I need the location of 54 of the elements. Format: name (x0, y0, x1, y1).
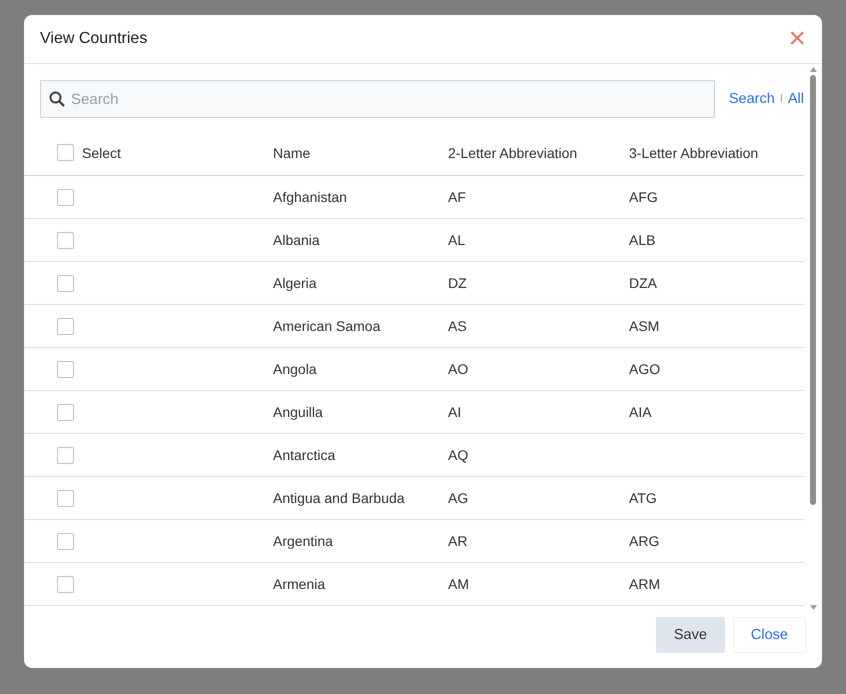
table-cell: Albania (273, 232, 320, 248)
table-cell: Armenia (273, 576, 326, 592)
row-checkbox[interactable] (57, 532, 74, 550)
table-cell: DZA (629, 275, 657, 291)
row-checkbox[interactable] (57, 360, 74, 378)
close-button[interactable]: × (786, 26, 808, 52)
table-cell: ALB (629, 232, 656, 248)
table-cell: Argentina (273, 533, 333, 549)
select-all-checkbox[interactable] (57, 144, 74, 161)
table-cell: ASM (629, 318, 660, 334)
table-cell: AM (448, 576, 469, 592)
scroll-up-icon[interactable] (810, 67, 816, 72)
table-cell: AFG (629, 189, 658, 205)
table-cell: Anguilla (273, 404, 323, 420)
table-cell: ARG (629, 533, 660, 549)
row-checkbox[interactable] (57, 576, 74, 592)
row-checkbox[interactable] (57, 446, 74, 464)
table-cell: AS (448, 318, 467, 334)
dialog-title: View Countries (40, 30, 148, 48)
column-header: 3-Letter Abbreviation (629, 144, 758, 160)
row-checkbox[interactable] (57, 318, 74, 334)
row-checkbox[interactable] (57, 490, 74, 506)
search-link[interactable]: Search (728, 91, 775, 107)
table-cell: ARM (629, 576, 660, 592)
table-cell: AIA (629, 404, 652, 420)
save-button[interactable]: Save (656, 617, 725, 653)
column-header: Select (82, 144, 121, 160)
table-cell: AL (448, 232, 466, 248)
table-cell: AO (448, 361, 468, 377)
table-cell: Algeria (273, 275, 317, 291)
scroll-down-icon[interactable] (810, 605, 816, 610)
column-header: 2-Letter Abbreviation (448, 144, 578, 160)
table-cell: AI (448, 404, 462, 420)
table-cell: AG (448, 490, 468, 506)
row-checkbox[interactable] (57, 404, 74, 420)
table-cell: Angola (273, 361, 317, 377)
column-header: Name (273, 144, 310, 160)
table-cell: AGO (629, 361, 660, 377)
table-cell: American Samoa (273, 318, 380, 334)
table-cell: AF (448, 189, 466, 205)
table-cell: AQ (448, 447, 468, 463)
search-field[interactable]: Search (40, 80, 715, 118)
table-cell: Antigua and Barbuda (273, 490, 405, 506)
link-separator: I (780, 93, 783, 105)
all-link[interactable]: All (788, 91, 804, 107)
row-checkbox[interactable] (57, 274, 74, 292)
table-cell: DZ (448, 275, 467, 291)
close-text-button[interactable]: Close (732, 617, 806, 653)
table-cell: Afghanistan (273, 189, 347, 205)
table-cell: ATG (629, 490, 657, 506)
row-checkbox[interactable] (57, 188, 74, 206)
row-checkbox[interactable] (57, 232, 74, 248)
table-cell: AR (448, 533, 468, 549)
table-cell: Antarctica (273, 447, 336, 463)
